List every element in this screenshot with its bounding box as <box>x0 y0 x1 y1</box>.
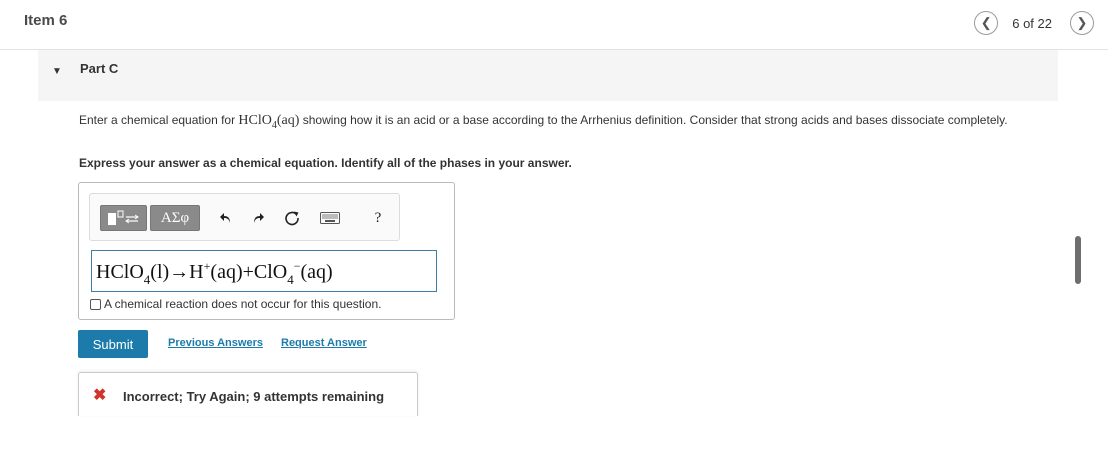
part-header[interactable]: ▼ Part C <box>38 50 1058 101</box>
no-reaction-option[interactable]: A chemical reaction does not occur for t… <box>90 297 381 311</box>
no-reaction-label: A chemical reaction does not occur for t… <box>104 297 382 311</box>
request-answer-link[interactable]: Request Answer <box>281 337 367 349</box>
page-indicator: 6 of 22 <box>1012 15 1052 31</box>
reset-icon[interactable] <box>280 205 304 231</box>
item-title: Item 6 <box>24 12 68 29</box>
previous-item-button[interactable]: ❮ <box>974 11 999 35</box>
help-button[interactable]: ? <box>366 205 390 231</box>
templates-button[interactable] <box>100 205 147 231</box>
question-prompt: Enter a chemical equation for HClO4(aq) … <box>79 112 1039 134</box>
greek-symbols-button[interactable]: ΑΣφ <box>150 205 200 231</box>
caret-down-icon[interactable]: ▼ <box>52 66 62 77</box>
math-toolbar: ΑΣφ ? <box>89 193 400 241</box>
templates-icon <box>107 210 139 225</box>
no-reaction-checkbox[interactable] <box>90 298 101 310</box>
item-header: Item 6 ❮ 6 of 22 ❯ <box>0 0 1108 50</box>
feedback-message: Incorrect; Try Again; 9 attempts remaini… <box>123 389 385 404</box>
undo-icon[interactable] <box>214 205 238 231</box>
scrollbar-thumb[interactable] <box>1075 236 1081 284</box>
answer-editor: ΑΣφ ? HClO4(l)→H+(aq)+ClO4−(aq) A chemic… <box>78 182 455 320</box>
prompt-formula: HClO4(aq) <box>238 113 300 131</box>
submit-button[interactable]: Submit <box>78 330 148 358</box>
prompt-text-before: Enter a chemical equation for <box>79 113 239 127</box>
keyboard-icon[interactable] <box>318 205 342 231</box>
previous-answers-link[interactable]: Previous Answers <box>168 337 263 349</box>
chevron-right-icon: ❯ <box>1076 15 1088 30</box>
answer-input[interactable]: HClO4(l)→H+(aq)+ClO4−(aq) <box>91 250 437 292</box>
part-title: Part C <box>80 61 119 76</box>
chevron-left-icon: ❮ <box>980 15 992 30</box>
prompt-text-after: showing how it is an acid or a base acco… <box>299 113 1008 127</box>
answer-equation: HClO4(l)→H+(aq)+ClO4−(aq) <box>96 259 333 287</box>
next-item-button[interactable]: ❯ <box>1070 11 1094 35</box>
feedback-panel: ✖ Incorrect; Try Again; 9 attempts remai… <box>78 372 418 416</box>
redo-icon[interactable] <box>246 205 270 231</box>
x-mark-icon: ✖ <box>93 387 107 404</box>
pager: ❮ 6 of 22 ❯ <box>974 10 1094 36</box>
answer-instruction: Express your answer as a chemical equati… <box>79 156 572 170</box>
